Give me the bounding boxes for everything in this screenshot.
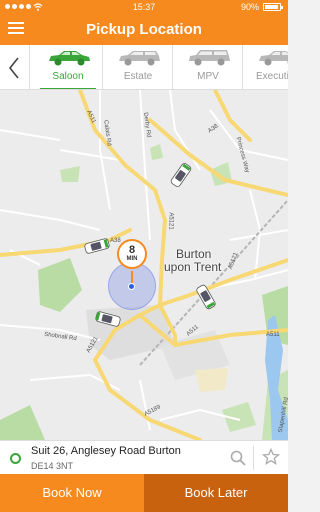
page-title: Pickup Location [86, 21, 202, 38]
vehicle-label: MPV [197, 71, 219, 82]
chevron-left-icon [8, 57, 19, 79]
vehicle-option-mpv[interactable]: MPV [174, 45, 243, 89]
current-location-dot [128, 283, 135, 290]
pickup-marker-icon [10, 453, 21, 464]
vehicle-option-executive[interactable]: Executive [244, 45, 288, 89]
eta-unit: MIN [126, 256, 138, 262]
book-now-button[interactable]: Book Now [0, 474, 144, 512]
town-label: Burton upon Trent [164, 248, 221, 274]
divider [253, 446, 254, 470]
vehicle-label: Saloon [52, 71, 84, 82]
vehicle-type-selector: Saloon Estate MPV Executive [0, 45, 288, 90]
scroll-left-button[interactable] [0, 45, 30, 89]
saloon-car-icon [49, 51, 90, 66]
pickup-address-bar[interactable]: Suit 26, Anglesey Road Burton DE14 3NT [0, 440, 288, 474]
app-bar: Pickup Location [0, 15, 288, 45]
pickup-pin-stem [131, 271, 133, 283]
vehicle-option-saloon[interactable]: Saloon [34, 45, 103, 89]
battery-icon [263, 3, 283, 11]
mpv-car-icon [189, 50, 230, 66]
road-label: A511 [266, 332, 280, 338]
eta-marker[interactable]: 8 MIN [117, 239, 147, 269]
vehicle-label: Executive [256, 71, 288, 82]
town-label-line: upon Trent [164, 260, 222, 274]
search-icon[interactable] [229, 449, 247, 467]
address-line-1: Suit 26, Anglesey Road Burton [31, 445, 181, 457]
map-view[interactable]: A511 A38 A38 A5121 A5121 A511 A511 A5121… [0, 90, 288, 440]
estate-car-icon [119, 51, 160, 66]
road-label: A5121 [167, 212, 174, 230]
battery-percentage: 90% [240, 2, 259, 12]
vehicle-option-estate[interactable]: Estate [104, 45, 173, 89]
eta-value: 8 [128, 244, 136, 256]
executive-car-icon [259, 51, 288, 66]
address-postcode: DE14 3NT [31, 461, 74, 471]
favourite-star-icon[interactable] [262, 448, 280, 466]
status-bar: 15:37 90% [0, 0, 288, 15]
vehicle-label: Estate [123, 71, 153, 82]
book-later-button[interactable]: Book Later [144, 474, 288, 512]
